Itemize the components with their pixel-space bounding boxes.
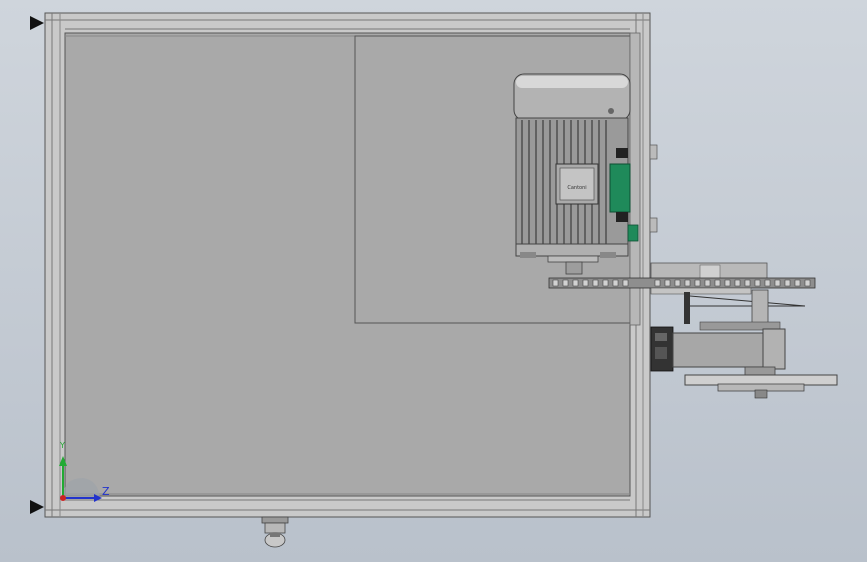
side-bolts xyxy=(649,144,658,233)
motor-brand-label: Cantoni xyxy=(567,185,586,191)
model-view[interactable]: Cantoni xyxy=(0,0,867,562)
gearbox[interactable] xyxy=(650,326,786,378)
frame-arrow-icon xyxy=(30,16,44,514)
rotary-disc[interactable] xyxy=(684,374,838,399)
triad-z-label: Z xyxy=(102,485,110,498)
graphics-viewport[interactable]: Cantoni Z Y xyxy=(0,0,867,562)
terminal-box xyxy=(609,163,631,213)
triad-y-label: Y xyxy=(60,441,65,450)
electric-motor[interactable]: Cantoni xyxy=(513,73,639,275)
leveling-foot xyxy=(261,516,289,548)
